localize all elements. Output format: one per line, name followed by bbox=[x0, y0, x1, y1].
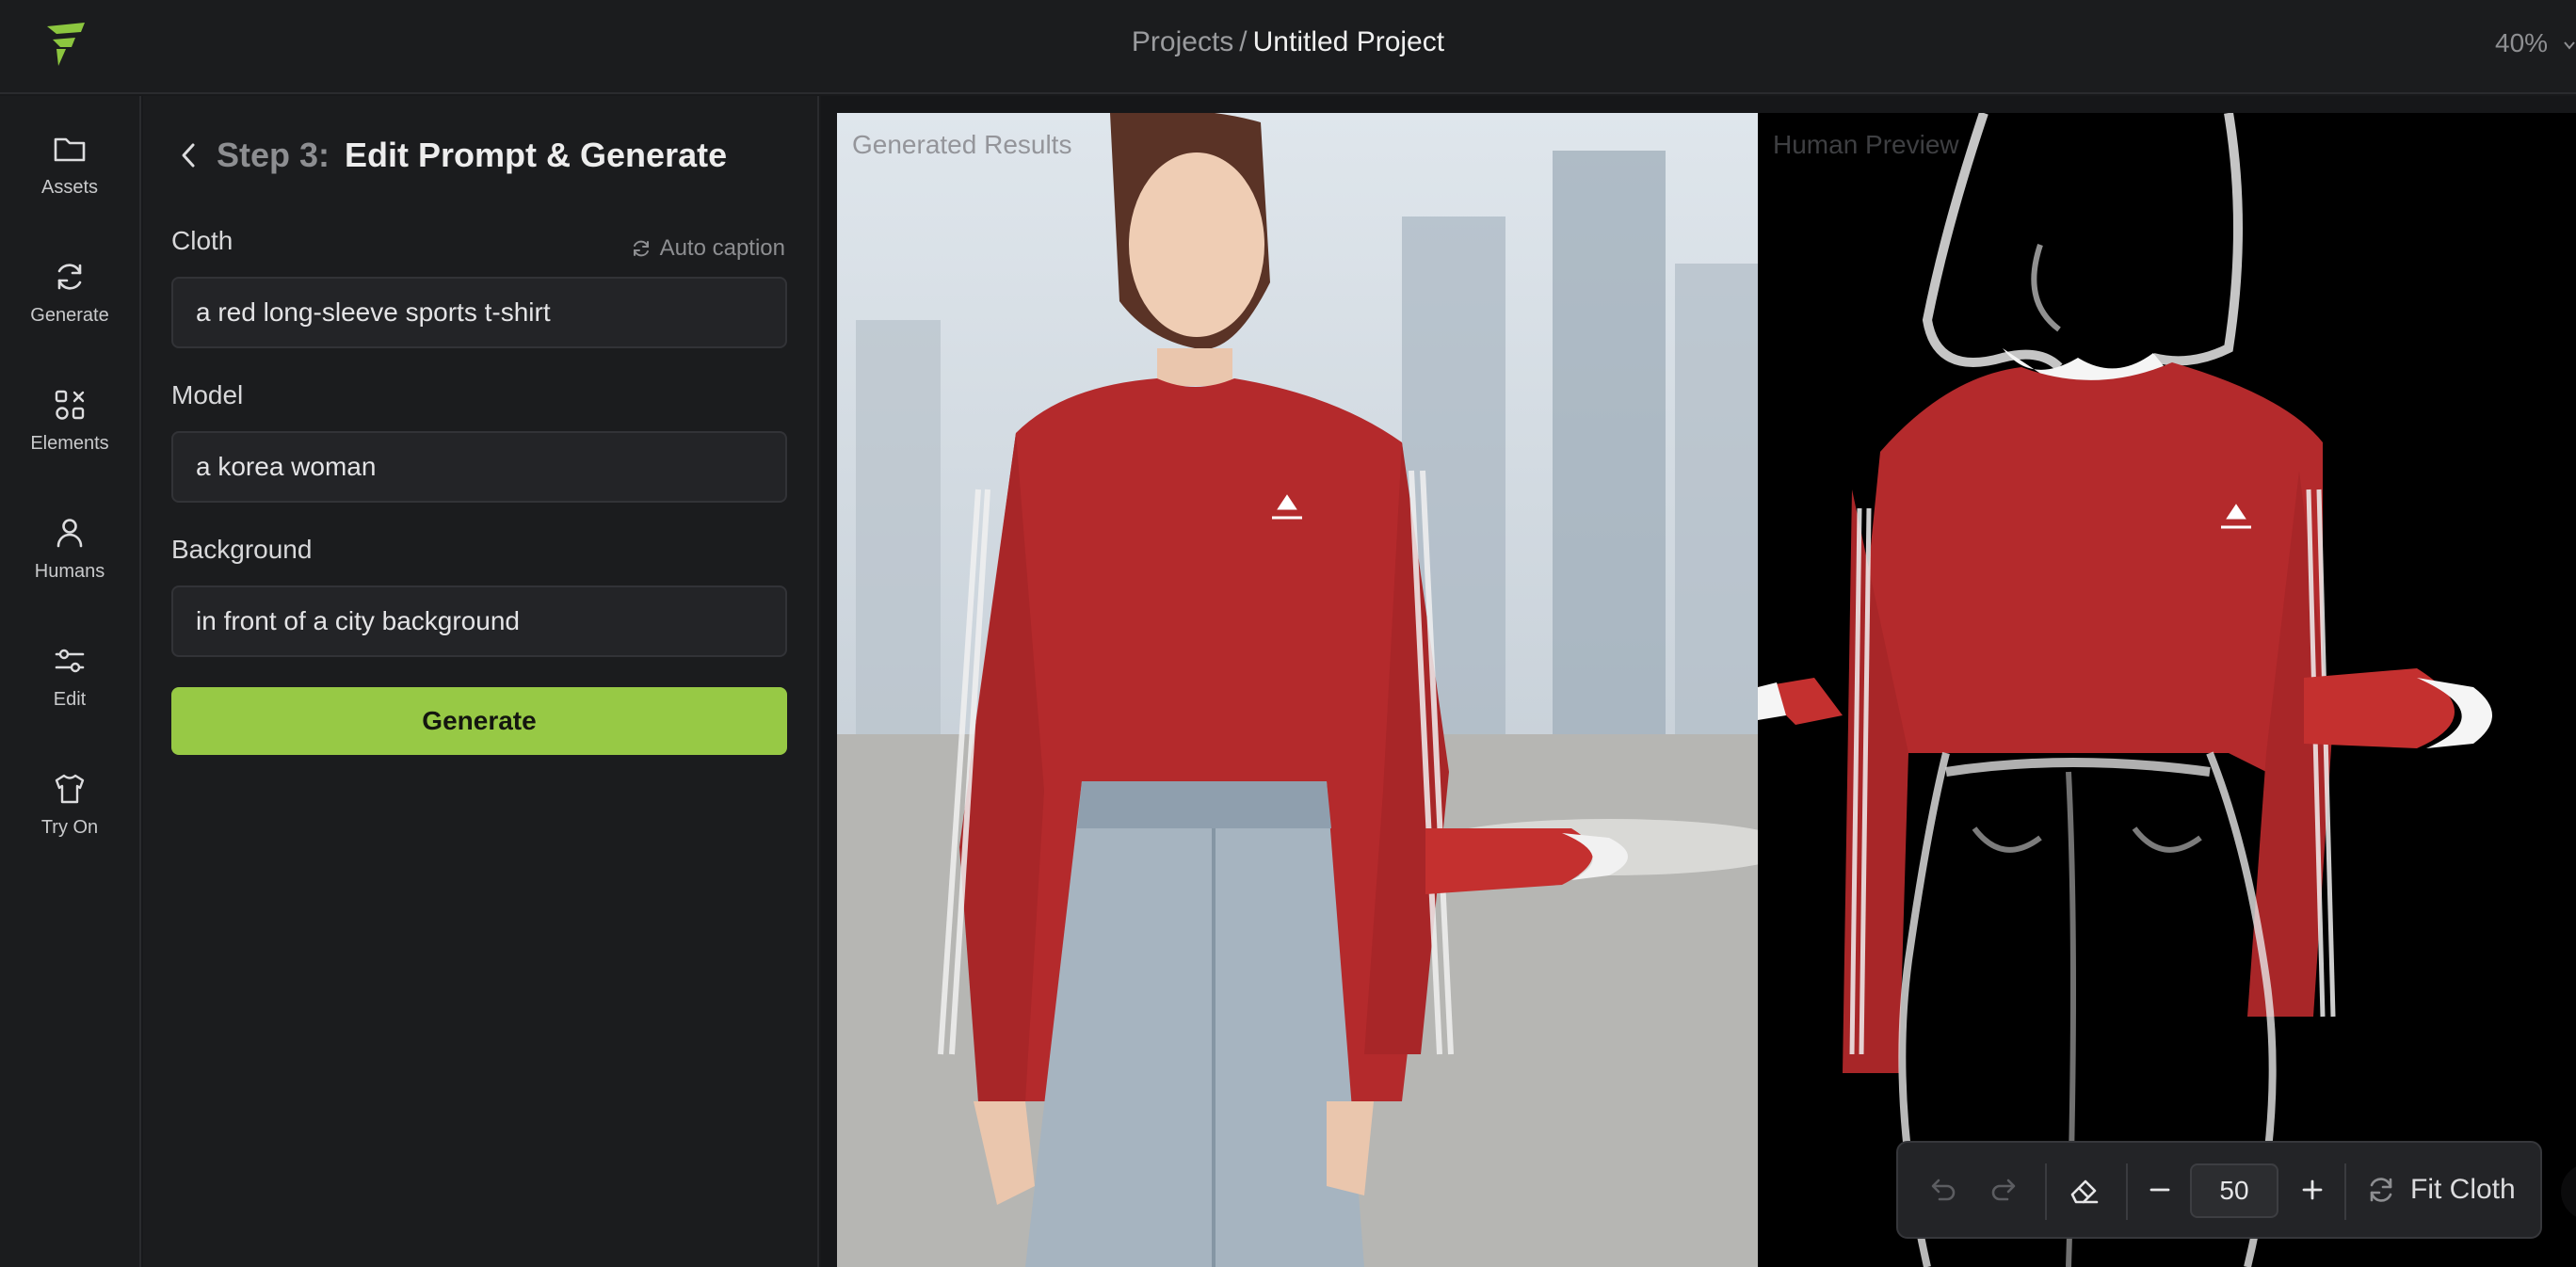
chevron-left-icon bbox=[182, 143, 195, 168]
breadcrumb: Projects / Untitled Project bbox=[0, 26, 2576, 58]
fit-cloth-button[interactable]: Fit Cloth bbox=[2365, 1169, 2516, 1211]
generated-result-image[interactable]: Generated Results bbox=[837, 113, 1758, 1267]
eraser-button[interactable] bbox=[2064, 1169, 2105, 1211]
increase-brush-button[interactable] bbox=[2292, 1169, 2333, 1211]
tshirt-icon bbox=[55, 774, 85, 804]
cloth-label: Cloth bbox=[171, 226, 233, 255]
generate-button[interactable]: Generate bbox=[171, 687, 787, 755]
sidebar-item-generate[interactable]: Generate bbox=[0, 224, 139, 328]
sidebar-item-humans[interactable]: Humans bbox=[0, 480, 139, 584]
sidebar-item-label: Generate bbox=[30, 305, 109, 326]
sidebar: Assets Generate Elements Humans Edit Try… bbox=[0, 96, 141, 1267]
background-label: Background bbox=[171, 535, 313, 564]
brush-size-input[interactable]: 50 bbox=[2190, 1163, 2278, 1218]
undo-button[interactable] bbox=[1921, 1169, 1962, 1211]
generated-results-label: Generated Results bbox=[852, 130, 1072, 159]
cloth-input[interactable]: a red long-sleeve sports t-shirt bbox=[171, 277, 787, 348]
cloth-input-value: a red long-sleeve sports t-shirt bbox=[196, 297, 551, 327]
eraser-icon bbox=[2070, 1179, 2099, 1204]
model-input-value: a korea woman bbox=[196, 452, 377, 481]
top-bar: Projects / Untitled Project 40% bbox=[0, 0, 2576, 94]
toolbar-divider bbox=[2344, 1163, 2346, 1220]
preview-mask bbox=[1758, 113, 2576, 1267]
redo-icon bbox=[1991, 1179, 2016, 1201]
sliders-icon bbox=[55, 649, 85, 673]
step-title: Edit Prompt & Generate bbox=[345, 136, 728, 174]
chevron-down-icon bbox=[2564, 40, 2575, 50]
background-input[interactable]: in front of a city background bbox=[171, 585, 787, 657]
sidebar-item-assets[interactable]: Assets bbox=[0, 96, 139, 200]
zoom-dropdown[interactable]: 40% bbox=[2495, 28, 2576, 58]
sidebar-item-elements[interactable]: Elements bbox=[0, 352, 139, 456]
sidebar-item-label: Edit bbox=[53, 689, 87, 710]
human-preview-label: Human Preview bbox=[1773, 130, 1959, 159]
undo-icon bbox=[1931, 1179, 1956, 1201]
breadcrumb-projects-link[interactable]: Projects bbox=[1132, 26, 1233, 57]
breadcrumb-current-project[interactable]: Untitled Project bbox=[1253, 26, 1444, 57]
background-input-value: in front of a city background bbox=[196, 606, 520, 635]
prompt-panel: Step 3: Edit Prompt & Generate Cloth Aut… bbox=[143, 96, 819, 1267]
fit-cloth-label: Fit Cloth bbox=[2410, 1174, 2516, 1205]
sidebar-item-label: Humans bbox=[34, 561, 105, 582]
plus-icon bbox=[2302, 1179, 2323, 1200]
generated-photo bbox=[837, 113, 1758, 1267]
refresh-icon bbox=[2370, 1178, 2392, 1202]
minus-icon bbox=[2149, 1188, 2170, 1192]
step-header: Step 3: Edit Prompt & Generate bbox=[171, 132, 727, 179]
breadcrumb-separator: / bbox=[1239, 26, 1248, 57]
sidebar-item-label: Elements bbox=[30, 433, 109, 454]
back-button[interactable] bbox=[171, 136, 205, 174]
brush-toolbar: 50 Fit Cloth bbox=[1896, 1141, 2542, 1239]
redo-button[interactable] bbox=[1985, 1169, 2026, 1211]
auto-caption-button[interactable]: Auto caption bbox=[630, 235, 785, 262]
step-number: Step 3: bbox=[217, 136, 330, 174]
human-preview-image[interactable]: Human Preview bbox=[1758, 113, 2576, 1267]
sidebar-item-label: Try On bbox=[40, 817, 99, 838]
shapes-icon bbox=[55, 390, 85, 420]
sidebar-item-edit[interactable]: Edit bbox=[0, 608, 139, 712]
refresh-icon bbox=[633, 240, 649, 257]
folder-icon bbox=[54, 137, 86, 162]
refresh-icon bbox=[57, 264, 82, 290]
auto-caption-label: Auto caption bbox=[659, 235, 785, 261]
toolbar-divider bbox=[2045, 1163, 2047, 1220]
zoom-value: 40% bbox=[2495, 28, 2549, 57]
toolbar-divider bbox=[2126, 1163, 2128, 1220]
sidebar-item-label: Assets bbox=[40, 177, 99, 198]
model-input[interactable]: a korea woman bbox=[171, 431, 787, 503]
model-label: Model bbox=[171, 380, 244, 409]
sidebar-item-try-on[interactable]: Try On bbox=[0, 736, 139, 840]
person-icon bbox=[56, 519, 83, 548]
decrease-brush-button[interactable] bbox=[2139, 1169, 2181, 1211]
